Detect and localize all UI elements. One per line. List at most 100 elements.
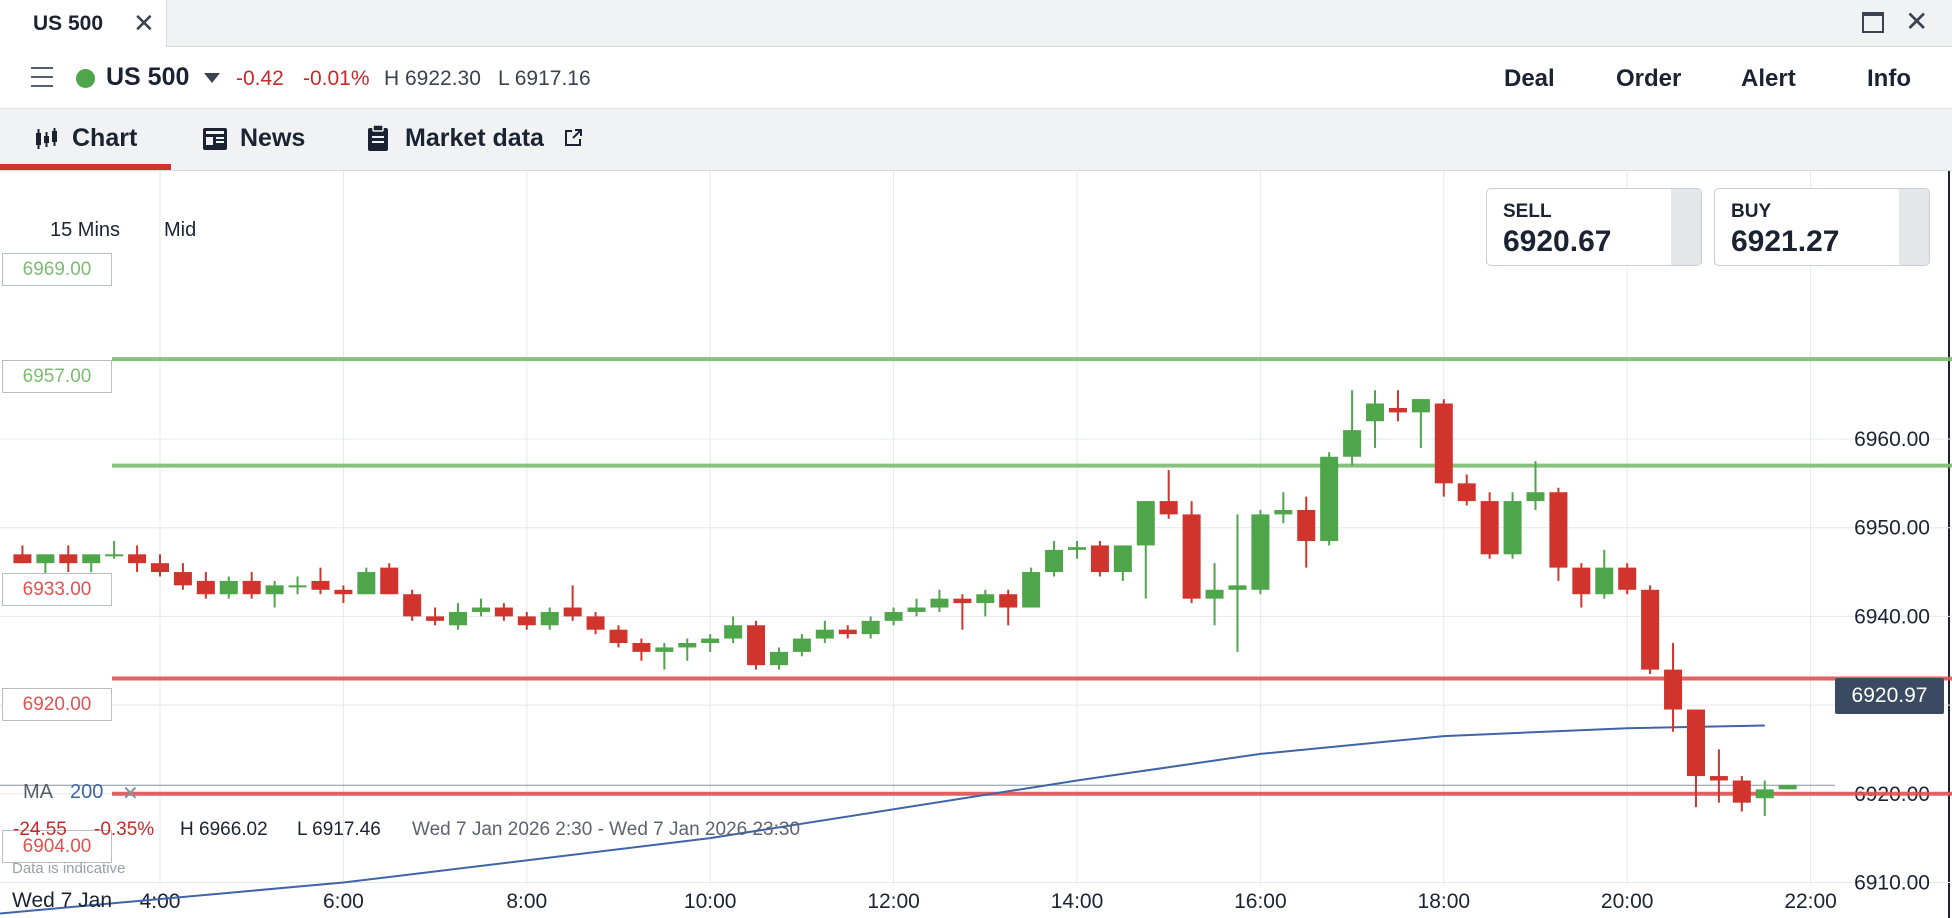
candle-up [265,585,284,595]
candle-up [449,611,468,626]
order-button[interactable]: Order [1616,65,1681,93]
candle-down [494,607,513,617]
candle-down [1457,483,1476,502]
candle-up [678,643,697,648]
candle-up [907,607,926,612]
candle-down [1641,589,1660,670]
candlestick-icon [36,128,57,149]
candle-up [884,611,903,621]
external-link-icon[interactable] [563,128,583,148]
level-label[interactable]: 6933.00 [2,573,112,606]
range-change: -24.55 [13,819,67,840]
candle-up [930,598,949,608]
y-tick-label: 6960.00 [1854,428,1930,451]
candle-up [1228,585,1247,590]
candle-up [357,572,376,595]
maximize-window-icon[interactable] [1862,12,1884,33]
day-high: H 6922.30 [384,67,481,90]
indicator-name: MA [23,781,53,803]
candle-up [769,651,788,666]
candle-down [632,643,651,652]
candle-down [1090,545,1109,573]
document-tab-title: US 500 [33,12,104,35]
candle-up [1366,403,1385,422]
price-change: -0.42 [236,67,284,90]
candle-down [311,580,330,590]
candle-down [242,580,261,595]
deal-button[interactable]: Deal [1504,65,1555,93]
candle-down [1664,669,1683,710]
candle-up [36,554,55,564]
range-low: L 6917.46 [297,819,381,840]
candle-down [586,616,605,630]
candle-down [1686,709,1705,777]
candle-down [1732,780,1751,803]
newspaper-icon [203,128,227,150]
x-tick-label: 6:00 [323,890,364,913]
buy-ticket[interactable]: BUY 6921.27 [1714,188,1930,266]
level-label[interactable]: 6969.00 [2,253,112,286]
range-dates: Wed 7 Jan 2026 2:30 - Wed 7 Jan 2026 23:… [412,819,801,840]
candle-up [861,620,880,635]
candle-down [1159,501,1178,515]
sell-ticket-side [1671,189,1701,265]
candle-down [403,594,422,617]
close-tab-icon[interactable]: ✕ [133,8,155,39]
clipboard-icon [368,124,388,151]
candle-up [1411,399,1430,413]
tab-market-data-label: Market data [405,124,544,152]
chevron-down-icon[interactable] [204,73,220,83]
x-tick-label: 10:00 [684,890,737,913]
candle-up [1251,514,1270,590]
timeframe-selector[interactable]: 15 Mins [50,219,120,242]
candle-down [1388,407,1407,413]
candle-up [1755,789,1774,799]
candle-down [609,629,628,644]
alert-button[interactable]: Alert [1741,65,1796,93]
candle-up [471,607,490,612]
x-tick-label: 14:00 [1051,890,1104,913]
candle-down [953,598,972,604]
current-price-badge: 6920.97 [1835,678,1944,714]
instrument-name[interactable]: US 500 [106,63,189,92]
candle-up [1045,549,1064,573]
candle-down [1549,492,1568,568]
candle-up [1503,501,1522,555]
document-tab[interactable]: US 500 ✕ [0,0,167,47]
close-window-icon[interactable]: ✕ [1905,5,1928,38]
indicator-period[interactable]: 200 [70,781,103,804]
day-low: L 6917.16 [498,67,591,90]
level-label[interactable]: 6920.00 [2,688,112,721]
remove-indicator-icon[interactable]: ✕ [122,781,139,806]
candle-up [655,647,674,652]
candle-down [173,572,192,586]
candle-down [838,629,857,635]
sell-ticket[interactable]: SELL 6920.67 [1486,188,1702,266]
candle-up [815,629,834,639]
candle-down [13,554,32,564]
candle-up [701,638,720,644]
disclaimer: Data is indicative [12,860,126,877]
level-label[interactable]: 6957.00 [2,360,112,393]
candle-down [1572,567,1591,595]
price-type-selector[interactable]: Mid [164,219,196,242]
range-high: H 6966.02 [180,819,268,840]
candle-up [82,554,101,564]
x-tick-label: 18:00 [1418,890,1471,913]
candle-down [380,567,399,595]
y-tick-label: 6950.00 [1854,517,1930,540]
info-button[interactable]: Info [1867,65,1911,93]
price-chart[interactable]: 4:00 6:00 8:00 10:00 12:00 14:00 16:00 18:00 20:… [0,171,1952,918]
candle-down [517,616,536,626]
range-change-percent: -0.35% [94,819,155,840]
x-tick-label: 8:00 [506,890,547,913]
candle-down [426,616,445,621]
candle-down [1709,776,1728,781]
candle-down [999,594,1018,608]
view-tabs: Chart News Market data [0,109,1952,171]
x-tick-label: 20:00 [1601,890,1654,913]
x-tick-label: 4:00 [140,890,181,913]
buy-price: 6921.27 [1731,225,1840,258]
candle-up [1320,456,1339,542]
menu-icon[interactable] [31,67,53,94]
